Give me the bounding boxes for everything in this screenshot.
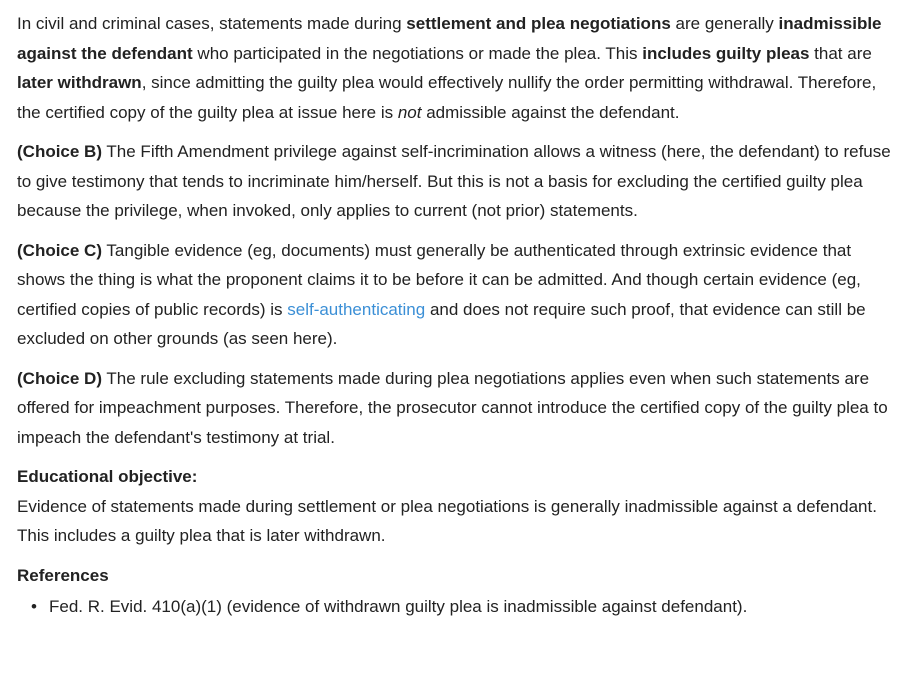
paragraph-text: who participated in the negotiations or … [192, 43, 643, 63]
reference-text: Fed. R. Evid. 410(a)(1) (evidence of wit… [49, 597, 748, 616]
bold-phrase-withdrawn: later withdrawn [17, 73, 142, 92]
choice-b-label: (Choice B) [17, 142, 102, 161]
choice-b-text: The Fifth Amendment privilege against se… [17, 142, 891, 220]
self-authenticating-link[interactable]: self-authenticating [287, 300, 425, 319]
italic-not: not [397, 102, 422, 122]
paragraph-text: admissible against the defendant. [421, 102, 680, 122]
paragraph-text: that are [809, 43, 872, 63]
educational-objective-heading: Educational objective: [17, 467, 198, 486]
reference-item: • Fed. R. Evid. 410(a)(1) (evidence of wi… [31, 592, 892, 622]
bold-phrase-includes: includes guilty pleas [642, 43, 810, 63]
choice-c-label: (Choice C) [17, 240, 102, 260]
bullet-icon: • [31, 597, 37, 616]
choice-d-paragraph: (Choice D) The rule excluding statements… [17, 364, 892, 453]
references-list: • Fed. R. Evid. 410(a)(1) (evidence of wi… [17, 592, 892, 622]
choice-d-text: The rule excluding statements made durin… [17, 368, 888, 447]
references-heading: References [17, 565, 109, 585]
choice-c-paragraph: (Choice C) Tangible evidence (eg, docume… [17, 236, 892, 354]
explanation-content: In civil and criminal cases, statements … [0, 0, 904, 622]
paragraph-text: are generally [670, 14, 779, 33]
paragraph-text: In civil and criminal cases, statements … [17, 14, 407, 33]
educational-objective-text: Evidence of statements made during settl… [17, 496, 877, 546]
explanation-paragraph: In civil and criminal cases, statements … [17, 9, 892, 127]
bold-phrase-settlement: settlement and plea negotiations [406, 14, 671, 33]
choice-d-label: (Choice D) [17, 368, 102, 388]
choice-b-paragraph: (Choice B) The Fifth Amendment privilege… [17, 137, 892, 226]
